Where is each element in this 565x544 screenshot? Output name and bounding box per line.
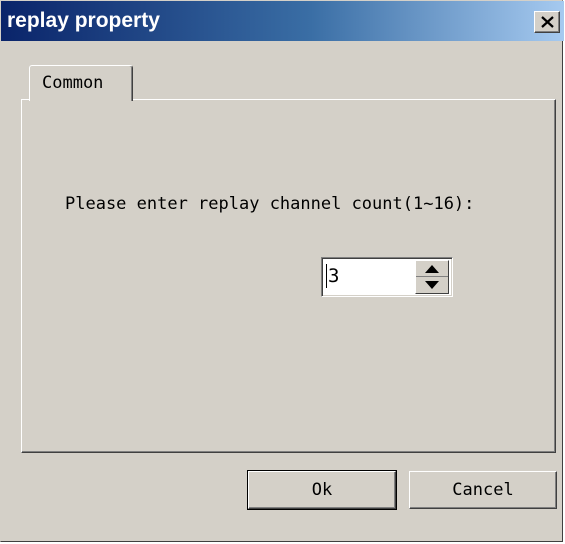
tab-panel-common — [21, 99, 556, 453]
window-title: replay property — [7, 9, 160, 32]
close-icon — [541, 16, 554, 28]
tab-common[interactable]: Common — [29, 65, 133, 101]
cancel-button[interactable]: Cancel — [409, 471, 557, 509]
channel-count-prompt: Please enter replay channel count(1~16): — [65, 194, 475, 214]
channel-count-input[interactable]: 3 — [328, 265, 339, 287]
spin-buttons — [415, 260, 449, 294]
arrow-up-icon — [425, 265, 439, 273]
replay-property-dialog: replay property Common Please enter repl… — [0, 0, 564, 542]
spin-up-button[interactable] — [416, 261, 448, 277]
close-button[interactable] — [534, 11, 560, 33]
title-bar[interactable]: replay property — [1, 1, 564, 41]
ok-button[interactable]: Ok — [247, 470, 397, 510]
text-caret — [326, 264, 327, 288]
arrow-down-icon — [425, 281, 439, 289]
tab-common-label: Common — [42, 73, 104, 93]
spin-down-button[interactable] — [416, 277, 448, 293]
